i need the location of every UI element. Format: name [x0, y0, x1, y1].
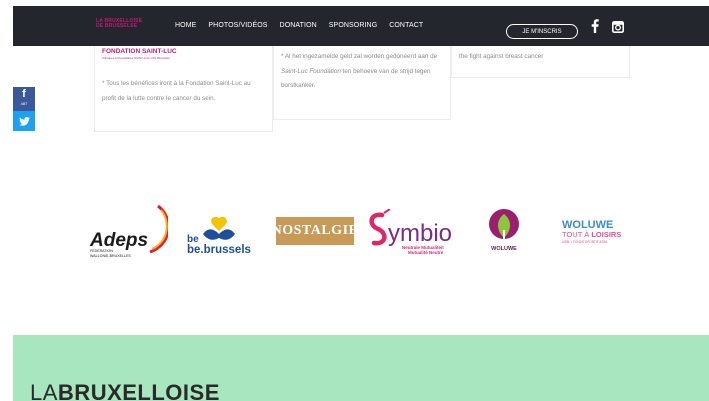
footer-brand-title: LABRUXELLOISE: [30, 380, 220, 401]
facebook-share-button[interactable]: f 487: [13, 87, 35, 111]
facebook-share-count: 487: [20, 101, 28, 106]
facebook-icon: f: [22, 88, 26, 100]
svg-text:TOUT À LOISIRS: TOUT À LOISIRS: [562, 230, 621, 239]
twitter-icon: [18, 116, 30, 126]
svg-text:Mutualité Neutre: Mutualité Neutre: [408, 250, 444, 255]
nav-home[interactable]: HOME: [175, 22, 196, 29]
sponsor-woluwe-tout-a-loisirs-logo[interactable]: WOLUWE TOUT À LOISIRS ASBL • FONDS SPORT…: [562, 218, 634, 248]
site-logo[interactable]: LA BRUXELLOISE DE BRUSSELSE: [96, 19, 142, 29]
signup-button[interactable]: JE M'INSCRIS: [506, 24, 578, 39]
card-dutch-text: * Al het ingezamelde geld zal worden ged…: [281, 53, 438, 89]
sponsor-symbio-logo[interactable]: ymbio Neutrale Mutualiteit Mutualité Neu…: [368, 208, 454, 257]
card-french: FONDATION SAINT-LUC Cliniques Universita…: [94, 46, 273, 132]
nav-photos-videos[interactable]: PHOTOS/VIDÉOS: [208, 22, 267, 29]
nav-sponsoring[interactable]: SPONSORING: [329, 22, 377, 29]
card-english: the fight against breast cancer: [451, 46, 630, 78]
sponsor-woluwe-saint-lambert-logo[interactable]: WOLUWE: [482, 208, 526, 256]
nav-donation[interactable]: DONATION: [280, 22, 317, 29]
nav-contact[interactable]: CONTACT: [389, 22, 423, 29]
svg-text:WOLUWE: WOLUWE: [491, 246, 517, 252]
sponsor-nostalgie-logo[interactable]: NOSTALGIE: [272, 217, 358, 245]
svg-text:Adeps: Adeps: [89, 230, 148, 251]
svg-text:ASBL • FONDS SPORTIF ASBL: ASBL • FONDS SPORTIF ASBL: [562, 240, 608, 244]
fondation-saint-luc-subtitle: Cliniques Universitaires SAINT-LUC UCL B…: [102, 56, 170, 60]
facebook-icon[interactable]: [591, 19, 599, 38]
top-navbar: LA BRUXELLOISE DE BRUSSELSE HOME PHOTOS/…: [13, 6, 709, 46]
logo-line-2: DE BRUSSELSE: [96, 23, 138, 29]
svg-text:ymbio: ymbio: [388, 220, 452, 247]
svg-text:be.brussels: be.brussels: [187, 244, 251, 256]
card-french-text: * Tous les bénéfices iront à la Fondatio…: [102, 80, 251, 102]
twitter-share-button[interactable]: [13, 111, 35, 131]
svg-text:FÉDÉRATION: FÉDÉRATION: [90, 248, 113, 253]
card-dutch: * Al het ingezamelde geld zal worden ged…: [273, 46, 451, 120]
card-english-text: the fight against breast cancer: [459, 53, 544, 60]
sponsor-adeps-logo[interactable]: Adeps FÉDÉRATION WALLONIE-BRUXELLES: [86, 204, 170, 262]
instagram-icon[interactable]: [612, 20, 624, 38]
fondation-saint-luc-logo: FONDATION SAINT-LUC: [102, 48, 177, 55]
sponsor-be-brussels-logo[interactable]: be be.brussels: [185, 216, 257, 256]
svg-text:WALLONIE-BRUXELLES: WALLONIE-BRUXELLES: [90, 254, 131, 258]
main-menu: HOME PHOTOS/VIDÉOS DONATION SPONSORING C…: [175, 22, 423, 29]
